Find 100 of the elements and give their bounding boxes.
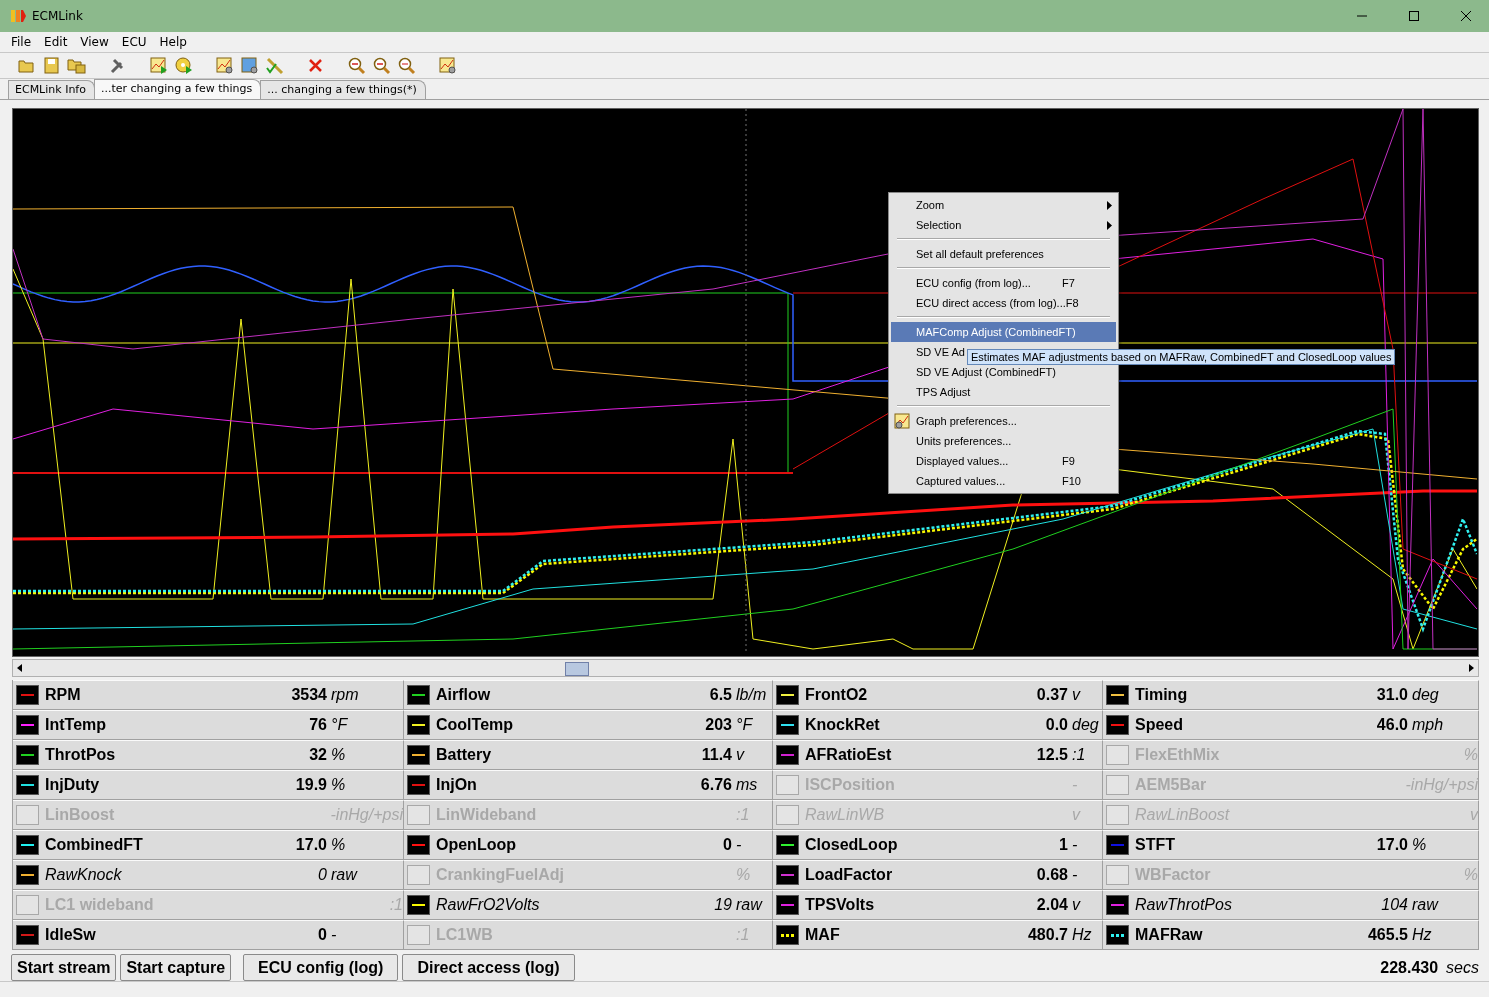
channel-cell[interactable]: AFRatioEst 12.5 :1 [773, 740, 1103, 771]
scrollbar[interactable] [12, 659, 1479, 678]
channel-cell[interactable]: IntTemp 76 °F [13, 710, 404, 741]
channel-cell[interactable]: ThrotPos 32 % [13, 740, 404, 771]
zoom-icon[interactable] [372, 56, 391, 76]
legend-checkbox[interactable] [1106, 865, 1129, 886]
legend-swatch[interactable] [16, 835, 39, 856]
channel-cell[interactable]: TPSVolts 2.04 v [773, 890, 1103, 921]
legend-checkbox[interactable] [16, 895, 39, 916]
legend-swatch[interactable] [776, 835, 799, 856]
channel-cell[interactable]: FrontO2 0.37 v [773, 680, 1103, 711]
document-tab[interactable]: ... changing a few things(*) [260, 80, 426, 100]
legend-swatch[interactable] [776, 715, 799, 736]
legend-swatch[interactable] [407, 685, 430, 706]
menu-item[interactable]: Selection [891, 215, 1116, 235]
legend-swatch[interactable] [776, 865, 799, 886]
legend-swatch[interactable] [776, 745, 799, 766]
legend-swatch[interactable] [16, 925, 39, 946]
legend-swatch[interactable] [407, 895, 430, 916]
menu-item[interactable]: Edit [39, 35, 73, 50]
channel-cell[interactable]: MAF 480.7 Hz [773, 920, 1103, 951]
legend-swatch[interactable] [776, 685, 799, 706]
menu-item[interactable]: ECU config (from log)... F7 [891, 273, 1116, 293]
legend-swatch[interactable] [407, 745, 430, 766]
legend-checkbox[interactable] [776, 805, 799, 826]
menu-item[interactable]: Help [154, 35, 192, 50]
channel-name: IdleSw [45, 926, 97, 945]
legend-swatch[interactable] [407, 835, 430, 856]
folders-icon[interactable] [67, 56, 86, 76]
legend-swatch[interactable] [16, 775, 39, 796]
disc-play-icon[interactable] [174, 56, 193, 76]
channel-cell[interactable]: RawThrotPos 104 raw [1103, 890, 1479, 921]
menu-item[interactable]: Graph preferences... [891, 411, 1116, 431]
channel-cell[interactable]: CoolTemp 203 °F [404, 710, 773, 741]
legend-checkbox[interactable] [776, 775, 799, 796]
channel-cell[interactable]: Airflow 6.5 lb/m [404, 680, 773, 711]
document-tab[interactable]: ...ter changing a few things [93, 79, 262, 100]
legend-swatch[interactable] [1106, 685, 1129, 706]
legend-checkbox[interactable] [407, 865, 430, 886]
menu-item[interactable]: ECU [116, 35, 152, 50]
action-button[interactable]: Start capture [120, 954, 232, 982]
menu-item[interactable]: File [6, 35, 37, 50]
zoom-icon[interactable] [347, 56, 366, 76]
legend-checkbox[interactable] [407, 805, 430, 826]
legend-swatch[interactable] [776, 895, 799, 916]
channel-cell[interactable]: IdleSw 0 - [13, 920, 404, 951]
menu-item[interactable]: Captured values... F10 [891, 471, 1116, 491]
menu-item[interactable]: View [75, 35, 114, 50]
action-button[interactable]: Start stream [11, 954, 117, 982]
legend-swatch[interactable] [16, 745, 39, 766]
legend-checkbox[interactable] [407, 925, 430, 946]
legend-checkbox[interactable] [16, 805, 39, 826]
channel-cell[interactable]: Speed 46.0 mph [1103, 710, 1479, 741]
document-tab[interactable]: ECMLink Info [8, 80, 95, 100]
legend-checkbox[interactable] [1106, 745, 1129, 766]
scroll-right-icon[interactable] [1467, 664, 1475, 673]
zoom-icon[interactable] [397, 56, 416, 76]
channel-cell[interactable]: InjOn 6.76 ms [404, 770, 773, 801]
menu-item[interactable]: TPS Adjust [891, 382, 1116, 402]
legend-swatch[interactable] [407, 775, 430, 796]
menu-item[interactable]: Units preferences... [891, 431, 1116, 451]
menu-item[interactable]: Set all default preferences [891, 244, 1116, 264]
action-button[interactable]: ECU config (log) [243, 954, 399, 982]
scroll-left-icon[interactable] [16, 664, 24, 673]
legend-swatch[interactable] [16, 715, 39, 736]
legend-swatch[interactable] [16, 865, 39, 886]
channel-cell[interactable]: KnockRet 0.0 deg [773, 710, 1103, 741]
wand-check-icon[interactable] [265, 56, 284, 76]
maximize-icon[interactable] [1408, 10, 1420, 22]
menu-item[interactable]: SD VE Adjust (CombinedFT) [891, 362, 1116, 382]
menu-item[interactable]: ECU direct access (from log)...F8 [891, 293, 1116, 313]
legend-swatch[interactable] [1106, 715, 1129, 736]
channel-cell[interactable]: RPM 3534 rpm [13, 680, 404, 711]
channel-cell[interactable]: CombinedFT 17.0 % [13, 830, 404, 861]
graph-settings-icon[interactable] [438, 56, 457, 76]
channel-cell[interactable]: Battery 11.4 v [404, 740, 773, 771]
legend-swatch[interactable] [1106, 925, 1129, 946]
legend-swatch[interactable] [1106, 835, 1129, 856]
channel-cell[interactable]: ClosedLoop 1 - [773, 830, 1103, 861]
legend-checkbox[interactable] [1106, 805, 1129, 826]
channel-cell[interactable]: InjDuty 19.9 % [13, 770, 404, 801]
action-button[interactable]: Direct access (log) [402, 954, 575, 982]
channel-cell[interactable]: Timing 31.0 deg [1103, 680, 1479, 711]
channel-cell[interactable]: LoadFactor 0.68 - [773, 860, 1103, 891]
legend-swatch[interactable] [407, 715, 430, 736]
legend-swatch[interactable] [16, 685, 39, 706]
channel-cell[interactable]: RawFrO2Volts 19 raw [404, 890, 773, 921]
legend-checkbox[interactable] [1106, 775, 1129, 796]
scroll-thumb[interactable] [565, 662, 589, 677]
legend-swatch[interactable] [776, 925, 799, 946]
channel-cell[interactable]: STFT 17.0 % [1103, 830, 1479, 861]
menu-item[interactable]: MAFComp Adjust (CombinedFT) [891, 322, 1116, 342]
close-icon[interactable] [1460, 10, 1472, 22]
channel-cell[interactable]: OpenLoop 0 - [404, 830, 773, 861]
chart-play-icon[interactable] [149, 56, 168, 76]
menu-item[interactable]: Zoom [891, 195, 1116, 215]
channel-cell[interactable]: MAFRaw 465.5 Hz [1103, 920, 1479, 951]
legend-swatch[interactable] [1106, 895, 1129, 916]
channel-cell[interactable]: RawKnock 0 raw [13, 860, 404, 891]
menu-item[interactable]: Displayed values... F9 [891, 451, 1116, 471]
